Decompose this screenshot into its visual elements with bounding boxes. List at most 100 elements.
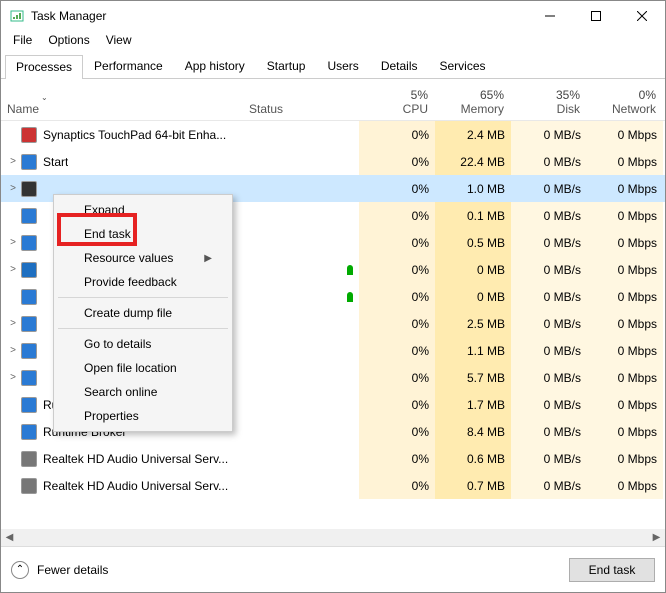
process-icon: [21, 370, 37, 386]
process-name: Realtek HD Audio Universal Serv...: [43, 479, 228, 493]
cell-disk: 0 MB/s: [511, 202, 587, 229]
tab-services[interactable]: Services: [429, 54, 497, 78]
header-disk[interactable]: 35%Disk: [511, 79, 587, 120]
context-menu-item[interactable]: End task: [56, 222, 230, 246]
cell-disk: 0 MB/s: [511, 256, 587, 283]
horizontal-scrollbar[interactable]: ◀ ▶: [1, 529, 665, 546]
cell-memory: 0.6 MB: [435, 445, 511, 472]
header-cpu[interactable]: 5%CPU: [359, 79, 435, 120]
fewer-details-button[interactable]: ⌃ Fewer details: [11, 561, 108, 579]
header-name[interactable]: ⌄Name: [1, 79, 243, 120]
cell-cpu: 0%: [359, 310, 435, 337]
cell-cpu: 0%: [359, 121, 435, 148]
cell-network: 0 Mbps: [587, 418, 663, 445]
expand-icon[interactable]: >: [7, 156, 19, 167]
context-menu: ExpandEnd taskResource values▶Provide fe…: [53, 194, 233, 432]
process-name: Realtek HD Audio Universal Serv...: [43, 452, 228, 466]
cell-memory: 1.7 MB: [435, 391, 511, 418]
cell-cpu: 0%: [359, 337, 435, 364]
cell-memory: 2.4 MB: [435, 121, 511, 148]
process-name: Start: [43, 155, 68, 169]
table-row[interactable]: Realtek HD Audio Universal Serv...0%0.7 …: [1, 472, 665, 499]
tab-startup[interactable]: Startup: [256, 54, 317, 78]
cell-network: 0 Mbps: [587, 202, 663, 229]
cell-disk: 0 MB/s: [511, 445, 587, 472]
cell-memory: 0 MB: [435, 256, 511, 283]
header-network[interactable]: 0%Network: [587, 79, 663, 120]
cell-memory: 2.5 MB: [435, 310, 511, 337]
context-menu-item[interactable]: Properties: [56, 404, 230, 428]
cell-network: 0 Mbps: [587, 121, 663, 148]
tab-details[interactable]: Details: [370, 54, 429, 78]
cell-cpu: 0%: [359, 364, 435, 391]
leaf-icon: [347, 292, 353, 302]
cell-memory: 22.4 MB: [435, 148, 511, 175]
tab-processes[interactable]: Processes: [5, 55, 83, 79]
close-button[interactable]: [619, 1, 665, 31]
header-memory[interactable]: 65%Memory: [435, 79, 511, 120]
cell-cpu: 0%: [359, 202, 435, 229]
end-task-button[interactable]: End task: [569, 558, 655, 582]
cell-network: 0 Mbps: [587, 472, 663, 499]
cell-network: 0 Mbps: [587, 310, 663, 337]
menu-view[interactable]: View: [98, 31, 140, 53]
chevron-up-icon: ⌃: [11, 561, 29, 579]
tab-app-history[interactable]: App history: [174, 54, 256, 78]
tab-users[interactable]: Users: [316, 54, 369, 78]
cell-network: 0 Mbps: [587, 391, 663, 418]
cell-cpu: 0%: [359, 256, 435, 283]
context-menu-item[interactable]: Open file location: [56, 356, 230, 380]
cell-disk: 0 MB/s: [511, 175, 587, 202]
process-icon: [21, 127, 37, 143]
cell-memory: 0 MB: [435, 283, 511, 310]
context-menu-item[interactable]: Expand: [56, 198, 230, 222]
table-row[interactable]: Realtek HD Audio Universal Serv...0%0.6 …: [1, 445, 665, 472]
context-menu-item[interactable]: Provide feedback: [56, 270, 230, 294]
process-icon: [21, 397, 37, 413]
tab-bar: Processes Performance App history Startu…: [1, 53, 665, 79]
process-icon: [21, 478, 37, 494]
context-menu-item[interactable]: Go to details: [56, 332, 230, 356]
expand-icon[interactable]: >: [7, 345, 19, 356]
process-name: Synaptics TouchPad 64-bit Enha...: [43, 128, 226, 142]
menu-file[interactable]: File: [5, 31, 40, 53]
cell-cpu: 0%: [359, 418, 435, 445]
minimize-button[interactable]: [527, 1, 573, 31]
window-title: Task Manager: [31, 9, 527, 23]
scroll-right-icon[interactable]: ▶: [648, 529, 665, 546]
cell-network: 0 Mbps: [587, 445, 663, 472]
cell-memory: 0.1 MB: [435, 202, 511, 229]
menu-bar: File Options View: [1, 31, 665, 53]
menu-options[interactable]: Options: [40, 31, 97, 53]
expand-icon[interactable]: >: [7, 372, 19, 383]
context-menu-item[interactable]: Search online: [56, 380, 230, 404]
maximize-button[interactable]: [573, 1, 619, 31]
tab-performance[interactable]: Performance: [83, 54, 174, 78]
cell-disk: 0 MB/s: [511, 229, 587, 256]
process-icon: [21, 262, 37, 278]
cell-disk: 0 MB/s: [511, 337, 587, 364]
cell-memory: 0.5 MB: [435, 229, 511, 256]
context-menu-item[interactable]: Resource values▶: [56, 246, 230, 270]
header-status[interactable]: Status: [243, 79, 359, 120]
table-row[interactable]: Synaptics TouchPad 64-bit Enha... 0%2.4 M…: [1, 121, 665, 148]
cell-network: 0 Mbps: [587, 229, 663, 256]
cell-memory: 0.7 MB: [435, 472, 511, 499]
process-icon: [21, 181, 37, 197]
expand-icon[interactable]: >: [7, 237, 19, 248]
expand-icon[interactable]: >: [7, 183, 19, 194]
table-row[interactable]: >Start0%22.4 MB0 MB/s0 Mbps: [1, 148, 665, 175]
cell-cpu: 0%: [359, 283, 435, 310]
app-icon: [9, 8, 25, 24]
expand-icon[interactable]: >: [7, 264, 19, 275]
process-icon: [21, 316, 37, 332]
scroll-left-icon[interactable]: ◀: [1, 529, 18, 546]
cell-network: 0 Mbps: [587, 148, 663, 175]
submenu-arrow-icon: ▶: [204, 253, 212, 264]
context-menu-item[interactable]: Create dump file: [56, 301, 230, 325]
expand-icon[interactable]: >: [7, 318, 19, 329]
cell-memory: 1.0 MB: [435, 175, 511, 202]
cell-network: 0 Mbps: [587, 337, 663, 364]
cell-disk: 0 MB/s: [511, 310, 587, 337]
column-headers: ⌄Name Status 5%CPU 65%Memory 35%Disk 0%N…: [1, 79, 665, 121]
